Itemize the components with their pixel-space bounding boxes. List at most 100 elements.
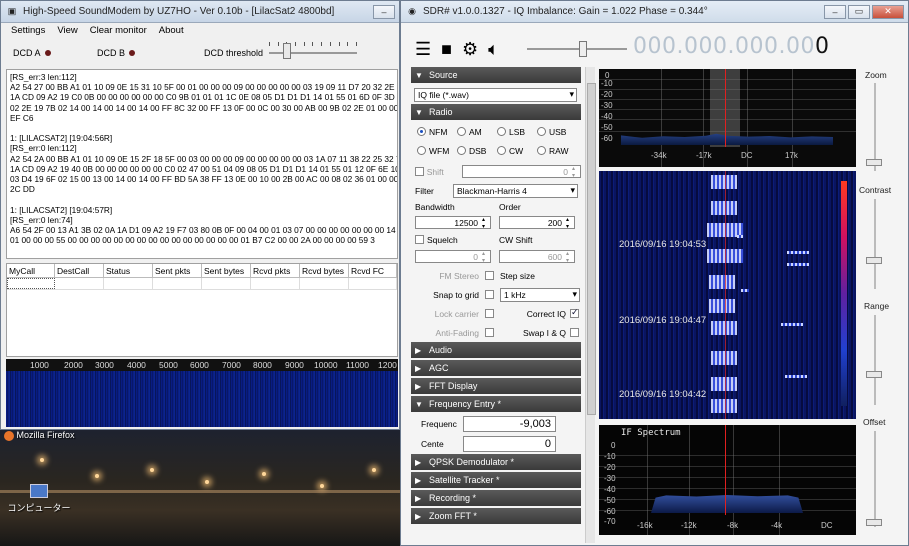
satellite-tracker-section-header[interactable]: ▶ Satellite Tracker * bbox=[411, 472, 581, 488]
main-waterfall[interactable]: 2016/09/16 19:04:53 2016/09/16 19:04:47 … bbox=[599, 171, 856, 419]
audio-section-header[interactable]: ▶ Audio bbox=[411, 342, 581, 358]
order-spinner[interactable]: 200 bbox=[499, 216, 575, 230]
desktop-background: Mozilla Firefox コンピューター bbox=[0, 428, 400, 546]
minimize-button[interactable]: – bbox=[824, 4, 846, 19]
table-header: MyCall DestCall Status Sent pkts Sent by… bbox=[7, 264, 397, 278]
bandwidth-spinner[interactable]: 12500 bbox=[415, 216, 491, 230]
shift-checkbox[interactable] bbox=[415, 167, 424, 176]
if-trace bbox=[651, 494, 803, 513]
audio-gain-thumb[interactable] bbox=[579, 41, 587, 57]
col-status[interactable]: Status bbox=[104, 264, 153, 277]
soundmodem-titlebar[interactable]: ▣ High-Speed SoundModem by UZ7HO - Ver 0… bbox=[1, 1, 399, 23]
waterfall-timestamp: 2016/09/16 19:04:53 bbox=[619, 239, 707, 250]
menu-settings[interactable]: Settings bbox=[11, 25, 45, 36]
dcd-threshold-thumb[interactable] bbox=[283, 43, 291, 59]
stop-icon[interactable]: ■ bbox=[441, 39, 452, 60]
window-title: High-Speed SoundModem by UZ7HO - Ver 0.1… bbox=[23, 6, 335, 17]
if-spectrum[interactable]: IF Spectrum 0 -10 -20 -30 -40 -50 -60 -7… bbox=[599, 425, 856, 535]
sdrsharp-window: ◉ SDR# v1.0.0.1327 - IQ Imbalance: Gain … bbox=[400, 0, 909, 546]
toolbar: ☰ ■ ⚙ 🔈︎ bbox=[415, 39, 499, 60]
correct-iq-checkbox[interactable] bbox=[570, 307, 579, 318]
mode-cw[interactable]: CW bbox=[497, 146, 537, 156]
connection-table: MyCall DestCall Status Sent pkts Sent by… bbox=[6, 263, 398, 357]
menu-view[interactable]: View bbox=[57, 25, 77, 36]
recording-section-header[interactable]: ▶ Recording * bbox=[411, 490, 581, 506]
mode-raw[interactable]: RAW bbox=[537, 146, 577, 156]
range-slider[interactable] bbox=[874, 315, 876, 405]
contrast-slider[interactable] bbox=[874, 199, 876, 289]
source-select[interactable]: IQ file (*.wav) bbox=[414, 87, 577, 102]
zoom-thumb[interactable] bbox=[866, 159, 882, 166]
fft-display-section-header[interactable]: ▶ FFT Display bbox=[411, 378, 581, 394]
firefox-desktop-icon[interactable]: Mozilla Firefox bbox=[4, 430, 84, 441]
radio-section-header[interactable]: ▼ Radio bbox=[411, 104, 581, 120]
minimize-button[interactable]: – bbox=[373, 4, 395, 19]
zoom-label: Zoom bbox=[865, 70, 887, 80]
menu-about[interactable]: About bbox=[159, 25, 184, 36]
mode-wfm[interactable]: WFM bbox=[417, 146, 457, 156]
col-sent-pkts[interactable]: Sent pkts bbox=[153, 264, 202, 277]
range-thumb[interactable] bbox=[866, 371, 882, 378]
menu-icon[interactable]: ☰ bbox=[415, 39, 431, 60]
mode-dsb[interactable]: DSB bbox=[457, 146, 497, 156]
filter-select[interactable]: Blackman-Harris 4 bbox=[453, 183, 578, 198]
sdr-titlebar[interactable]: ◉ SDR# v1.0.0.1327 - IQ Imbalance: Gain … bbox=[401, 1, 908, 23]
frequency-scale: 1000 2000 3000 4000 5000 6000 7000 8000 … bbox=[6, 359, 398, 371]
gear-icon[interactable]: ⚙ bbox=[462, 39, 478, 60]
mode-lsb[interactable]: LSB bbox=[497, 127, 537, 137]
step-size-select[interactable]: 1 kHz bbox=[500, 287, 580, 302]
table-row[interactable] bbox=[7, 278, 397, 290]
col-destcall[interactable]: DestCall bbox=[55, 264, 104, 277]
offset-slider[interactable] bbox=[874, 431, 876, 527]
anti-fading-checkbox[interactable] bbox=[485, 328, 494, 337]
settings-panel: ▼Source IQ file (*.wav) ▼Radio NFM AM LS… bbox=[411, 67, 581, 542]
frequency-input[interactable]: -9,003 bbox=[463, 416, 556, 432]
mode-am[interactable]: AM bbox=[457, 127, 497, 137]
contrast-label: Contrast bbox=[859, 185, 892, 195]
shift-spinner[interactable]: 0 bbox=[461, 165, 581, 179]
dcd-b-led bbox=[129, 50, 136, 56]
snap-to-grid-checkbox[interactable] bbox=[485, 290, 494, 299]
firefox-icon bbox=[4, 430, 14, 441]
offset-thumb[interactable] bbox=[866, 519, 882, 526]
main-spectrum[interactable]: 0 -10 -20 -30 -40 -50 -60 -34k -17k DC 1… bbox=[599, 69, 856, 167]
col-rcvd-bytes[interactable]: Rcvd bytes bbox=[300, 264, 349, 277]
modem-waterfall[interactable]: 1000 2000 3000 4000 5000 6000 7000 8000 … bbox=[6, 359, 398, 427]
frequency-entry-section-header[interactable]: ▼ Frequency Entry * bbox=[411, 396, 581, 412]
offset-label: Offset bbox=[863, 417, 886, 427]
cw-shift-spinner[interactable]: 600 bbox=[499, 250, 575, 264]
range-label: Range bbox=[864, 301, 890, 311]
computer-desktop-icon[interactable]: コンピューター bbox=[4, 484, 74, 514]
waterfall-body bbox=[6, 371, 398, 427]
sdr-window-title: SDR# v1.0.0.1327 - IQ Imbalance: Gain = … bbox=[423, 6, 708, 17]
close-button[interactable]: ✕ bbox=[872, 4, 904, 19]
waterfall-timestamp: 2016/09/16 19:04:42 bbox=[619, 389, 707, 400]
frequency-display[interactable]: 000.000.000.000 bbox=[633, 34, 829, 59]
source-section-header[interactable]: ▼ Source bbox=[411, 67, 581, 83]
audio-gain-slider[interactable] bbox=[527, 48, 627, 50]
fm-stereo-checkbox[interactable] bbox=[485, 271, 494, 280]
contrast-thumb[interactable] bbox=[866, 257, 882, 264]
col-rcvd-pkts[interactable]: Rcvd pkts bbox=[251, 264, 300, 277]
col-sent-bytes[interactable]: Sent bytes bbox=[202, 264, 251, 277]
mode-usb[interactable]: USB bbox=[537, 127, 577, 137]
monitor-log[interactable]: [RS_err:3 len:112] A2 54 27 00 BB A1 01 … bbox=[6, 69, 398, 259]
menu-clear-monitor[interactable]: Clear monitor bbox=[90, 25, 147, 36]
swap-iq-checkbox[interactable] bbox=[570, 328, 579, 337]
speaker-icon[interactable]: 🔈︎ bbox=[488, 39, 499, 60]
squelch-checkbox[interactable] bbox=[415, 235, 424, 244]
app-icon: ▣ bbox=[7, 6, 17, 16]
col-mycall[interactable]: MyCall bbox=[7, 264, 55, 277]
agc-section-header[interactable]: ▶ AGC bbox=[411, 360, 581, 376]
computer-icon bbox=[30, 484, 48, 498]
panel-scrollbar[interactable] bbox=[585, 67, 596, 543]
squelch-spinner[interactable]: 0 bbox=[415, 250, 491, 264]
qpsk-section-header[interactable]: ▶ QPSK Demodulator * bbox=[411, 454, 581, 470]
center-input[interactable]: 0 bbox=[463, 436, 556, 452]
maximize-button[interactable]: ▭ bbox=[848, 4, 870, 19]
col-rcvd-fc[interactable]: Rcvd FC bbox=[349, 264, 397, 277]
mode-nfm[interactable]: NFM bbox=[417, 127, 457, 137]
lock-carrier-checkbox[interactable] bbox=[485, 309, 494, 318]
zoom-slider[interactable] bbox=[874, 83, 876, 171]
zoom-fft-section-header[interactable]: ▶ Zoom FFT * bbox=[411, 508, 581, 524]
